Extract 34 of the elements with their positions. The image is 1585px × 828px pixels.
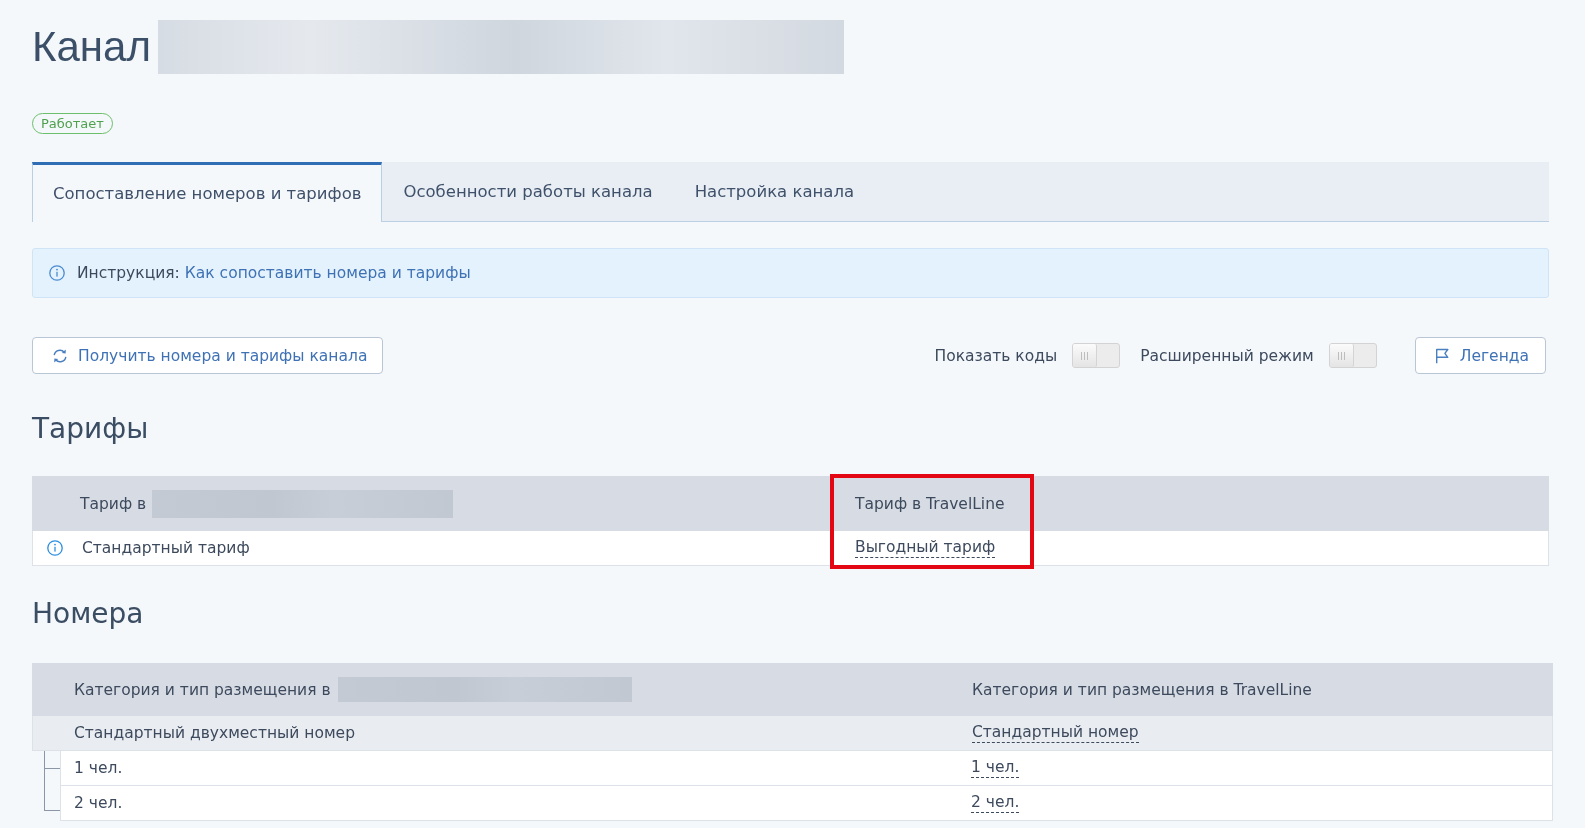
info-icon (49, 265, 65, 281)
instruction-label: Инструкция: (77, 264, 180, 282)
tree-branch-icon (44, 786, 60, 811)
toggle-label: Показать коды (934, 346, 1058, 365)
toggle-switch[interactable] (1072, 343, 1121, 368)
grip-icon (1081, 351, 1089, 360)
tab[interactable]: Сопоставление номеров и тарифов (32, 162, 383, 222)
table-cell: 2 чел. (74, 794, 123, 812)
mapping-link[interactable]: 2 чел. (971, 793, 1020, 813)
tree-branch-icon (44, 751, 60, 786)
tab[interactable]: Настройка канала (673, 162, 876, 221)
section-title: Номера (32, 596, 145, 632)
instruction-link[interactable]: Как сопоставить номера и тарифы (184, 264, 471, 282)
toggle-label: Расширенный режим (1140, 346, 1314, 365)
mapping-link[interactable]: Стандартный номер (972, 723, 1139, 743)
fetch-button[interactable]: Получить номера и тарифы канала (32, 337, 384, 374)
toggle-switch[interactable] (1328, 343, 1377, 368)
column-header: Тариф в (80, 494, 147, 513)
column-header: Категория и тип размещения в TravelLine (972, 680, 1312, 699)
column-header: Категория и тип размещения в (74, 680, 331, 699)
page-title: Канал (32, 22, 151, 72)
mapping-link[interactable]: Выгодный тариф (855, 538, 996, 558)
section-title: Тарифы (32, 411, 150, 447)
column-header: Тариф в TravelLine (855, 494, 1005, 513)
tab[interactable]: Особенности работы канала (382, 162, 674, 221)
table-cell: Стандартный тариф (82, 539, 250, 557)
flag-icon (1433, 347, 1450, 364)
table-cell: Стандартный двухместный номер (74, 724, 355, 742)
info-icon[interactable] (47, 540, 63, 556)
table-cell: 1 чел. (74, 759, 123, 777)
grip-icon (1337, 351, 1345, 360)
mapping-link[interactable]: 1 чел. (971, 758, 1020, 778)
legend-button[interactable]: Легенда (1414, 337, 1546, 374)
refresh-icon (52, 347, 68, 364)
